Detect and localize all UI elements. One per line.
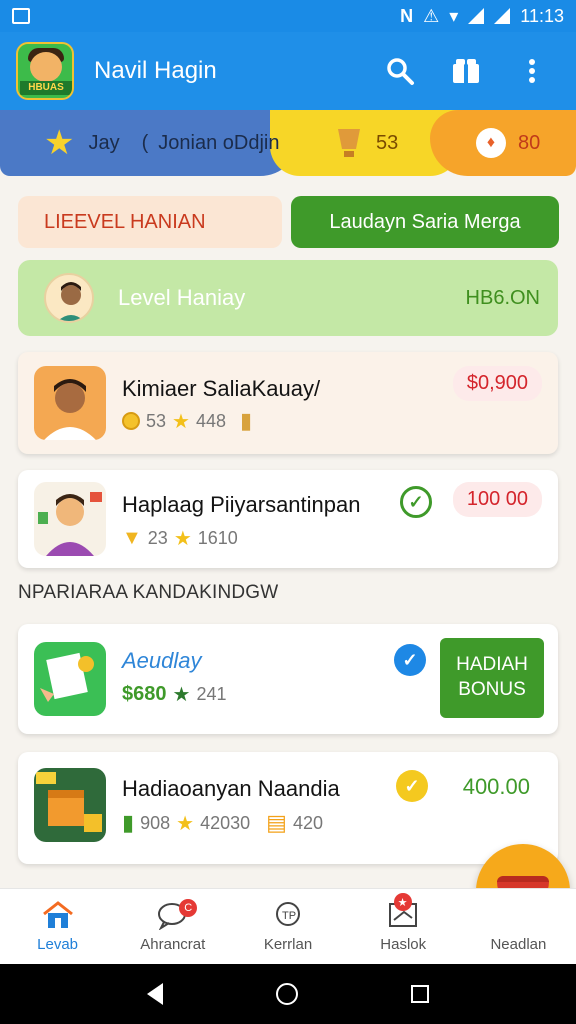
coin-icon (122, 412, 140, 430)
item-rating: 42030 (200, 812, 251, 833)
notification-badge: C (179, 899, 198, 917)
star-icon: ★ (172, 684, 191, 706)
user-avatar (34, 366, 106, 440)
item-coins: 23 (147, 528, 168, 548)
nav-label: Kerrlan (263, 936, 313, 953)
home-button-icon[interactable] (275, 983, 298, 1005)
price-badge: $0,900 (452, 366, 542, 401)
status-bar: N ⚠ ▾ 11:13 (0, 0, 576, 32)
stats-label-b: Jonian oDdjin (158, 131, 280, 154)
verified-icon: ✓ (394, 644, 426, 676)
system-navigation (0, 964, 576, 1024)
cup-icon: ▼ (122, 527, 142, 549)
nav-item-messages[interactable]: C Ahrancrat (115, 889, 230, 964)
action-button-label: Laudayn Saria Merga (329, 210, 521, 233)
list-item[interactable]: Kimiaer SaliaKauay/ 53 ★ 448 ▮ $0,900 (18, 352, 558, 454)
app-bar: HBUAS Navil Hagin (0, 32, 576, 110)
badge-icon: TP (276, 902, 300, 926)
nfc-icon: N (400, 5, 414, 26)
coins-stack-icon: ▤ (266, 810, 287, 835)
star-icon: ★ (44, 124, 75, 162)
nav-item-home[interactable]: Levab (0, 889, 115, 964)
nav-item-rewards[interactable]: TP Kerrlan (230, 889, 345, 964)
back-icon[interactable] (146, 983, 163, 1005)
more-vert-icon[interactable] (514, 53, 550, 89)
item-price: $680 (122, 683, 167, 705)
nav-label: Ahrancrat (140, 936, 206, 953)
home-icon (42, 901, 73, 928)
level-card[interactable]: Level Haniay HB6.ON (18, 260, 558, 336)
item-rating: 241 (196, 684, 227, 704)
avatar (44, 273, 94, 323)
action-button[interactable]: Laudayn Saria Merga (291, 196, 559, 248)
nav-label: Neadlan (490, 936, 547, 953)
item-name: Haplaag Piiyarsantinpan (122, 492, 361, 517)
app-logo: HBUAS (16, 42, 74, 100)
stats-strip: ★ Jay ( Jonian oDdjin 53 ♦ 80 (0, 110, 576, 176)
status-time: 11:13 (520, 5, 564, 26)
level-value: HB6.ON (465, 286, 540, 309)
level-tab[interactable]: LIEEVEL HANIAN (18, 196, 282, 248)
wifi-icon: ▾ (449, 5, 459, 26)
bottle-icon: ▮ (122, 810, 135, 835)
stats-separator: ( (141, 131, 149, 154)
search-icon[interactable] (382, 53, 418, 89)
mute-icon: ⚠ (423, 5, 440, 26)
logo-text: HBUAS (20, 81, 72, 95)
stats-label-a: Jay (88, 131, 120, 154)
nav-label: Levab (37, 936, 79, 953)
item-rating: 448 (195, 410, 227, 431)
section-heading: NPARIARAA KANDAKINDGW (18, 582, 279, 603)
item-name: Aeudlay (122, 648, 202, 673)
user-avatar (34, 482, 106, 556)
svg-text:TP: TP (282, 910, 296, 922)
item-name: Hadiaoanyan Naandia (122, 776, 340, 801)
bottom-navigation: Levab C Ahrancrat TP Kerrlan ★ Haslok Ne… (0, 888, 576, 964)
item-extra: 420 (292, 812, 323, 833)
level-title: Level Haniay (118, 285, 246, 310)
bonus-button[interactable]: HADIAH BONUS (440, 638, 544, 718)
coins-value: 53 (376, 131, 399, 154)
bonus-button-line2: BONUS (458, 679, 526, 700)
star-icon: ★ (176, 812, 195, 835)
list-item[interactable]: Aeudlay $680 ★ 241 ✓ HADIAH BONUS (18, 624, 558, 734)
item-name: Kimiaer SaliaKauay/ (122, 376, 321, 401)
gallery-notification-icon (12, 8, 30, 24)
recents-icon[interactable] (411, 985, 430, 1003)
nav-item-history[interactable]: ★ Haslok (346, 889, 461, 964)
star-icon: ★ (172, 410, 190, 433)
list-item[interactable]: Hadiaoanyan Naandia ▮ 908 ★ 42030 ▤ 420 … (18, 752, 558, 864)
bottle-icon: ▮ (240, 408, 253, 433)
item-coins: 908 (140, 812, 171, 833)
bonus-button-line1: HADIAH (456, 654, 528, 676)
list-item[interactable]: Haplaag Piiyarsantinpan ▼ 23 ★ 1610 ✓ 10… (18, 470, 558, 568)
nav-item-profile[interactable]: Neadlan (461, 889, 576, 964)
level-tab-label: LIEEVEL HANIAN (44, 210, 206, 233)
offer-thumbnail (34, 768, 106, 842)
item-coins: 53 (146, 410, 167, 431)
status-icon: ✓ (396, 770, 428, 802)
star-icon: ★ (173, 528, 192, 550)
signal-icon (468, 8, 485, 24)
nav-label: Haslok (380, 936, 427, 953)
gems-value: 80 (518, 131, 541, 154)
gift-icon[interactable] (448, 53, 484, 89)
item-amount: 400.00 (462, 774, 530, 799)
signal-icon-2 (494, 8, 511, 24)
check-circle-icon: ✓ (400, 486, 432, 518)
gem-icon: ♦ (476, 128, 506, 158)
trophy-icon (338, 129, 360, 157)
item-rating: 1610 (197, 528, 238, 548)
app-title: Navil Hagin (94, 57, 217, 84)
notification-badge: ★ (393, 893, 412, 911)
price-badge: 100 00 (452, 482, 542, 517)
offer-thumbnail (34, 642, 106, 716)
